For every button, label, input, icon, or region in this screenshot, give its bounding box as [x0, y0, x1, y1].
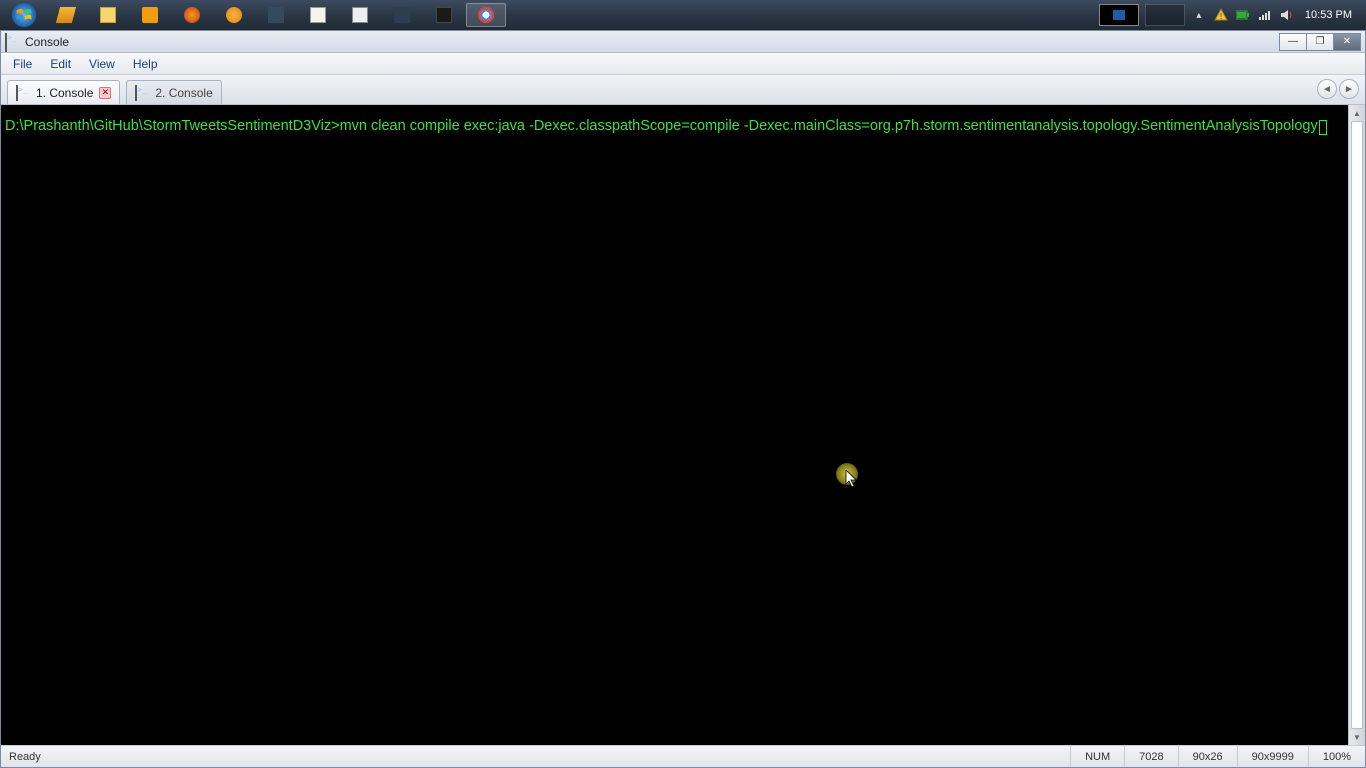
tab-next-button[interactable]: ►	[1339, 79, 1359, 99]
tab-label: 1. Console	[36, 86, 93, 100]
menu-help[interactable]: Help	[125, 55, 166, 73]
taskbar-app-8[interactable]	[340, 3, 380, 27]
tabbar: 1. Console ✕ 2. Console ◄ ►	[1, 75, 1365, 105]
firefox-icon	[184, 7, 200, 23]
tab-label: 2. Console	[155, 86, 212, 100]
terminal-cursor	[1319, 120, 1327, 135]
menu-edit[interactable]: Edit	[42, 55, 79, 73]
console-icon	[5, 34, 21, 50]
start-button[interactable]	[2, 0, 46, 30]
tab-navigation: ◄ ►	[1317, 79, 1359, 99]
windows-logo-icon	[11, 2, 37, 28]
window-controls: — ❐ ✕	[1280, 33, 1361, 51]
console-icon	[135, 86, 149, 100]
app-icon	[226, 7, 242, 23]
maximize-button[interactable]: ❐	[1306, 33, 1334, 51]
close-button[interactable]: ✕	[1333, 33, 1361, 51]
system-tray: ▴ ! 10:53 PM	[1091, 0, 1364, 30]
menu-view[interactable]: View	[81, 55, 123, 73]
svg-text:!: !	[1220, 12, 1222, 21]
scroll-up-icon[interactable]: ▲	[1349, 105, 1365, 121]
scroll-down-icon[interactable]: ▼	[1349, 729, 1365, 745]
taskbar-app-10[interactable]	[424, 3, 464, 27]
app-icon	[352, 7, 368, 23]
status-buffer: 90x9999	[1237, 746, 1308, 767]
app-icon	[436, 7, 452, 23]
windows-taskbar: ▴ ! 10:53 PM	[0, 0, 1366, 30]
window-preview-active[interactable]	[1099, 4, 1139, 26]
folder-icon	[100, 7, 116, 23]
status-zoom: 100%	[1308, 746, 1365, 767]
terminal-command: mvn clean compile exec:java -Dexec.class…	[340, 118, 1318, 134]
taskbar-app-1[interactable]	[46, 3, 86, 27]
taskbar-app-explorer[interactable]	[88, 3, 128, 27]
app-icon	[394, 7, 410, 23]
console-icon	[16, 86, 30, 100]
tab-prev-button[interactable]: ◄	[1317, 79, 1337, 99]
status-dimensions: 90x26	[1178, 746, 1237, 767]
tab-console-1[interactable]: 1. Console ✕	[7, 80, 120, 104]
taskbar-app-5[interactable]	[214, 3, 254, 27]
minimize-button[interactable]: —	[1279, 33, 1307, 51]
app-icon	[56, 7, 76, 23]
app-icon	[310, 7, 326, 23]
terminal-area: D:\Prashanth\GitHub\StormTweetsSentiment…	[1, 105, 1365, 745]
taskbar-app-9[interactable]	[382, 3, 422, 27]
tray-expand-icon[interactable]: ▴	[1191, 7, 1207, 23]
status-numlock: NUM	[1070, 746, 1124, 767]
taskbar-app-3[interactable]	[130, 3, 170, 27]
taskbar-app-6[interactable]	[256, 3, 296, 27]
status-message: Ready	[1, 751, 1070, 763]
volume-icon[interactable]	[1279, 7, 1295, 23]
taskbar-app-firefox[interactable]	[172, 3, 212, 27]
shield-warning-icon[interactable]: !	[1213, 7, 1229, 23]
window-preview-inactive[interactable]	[1145, 4, 1185, 26]
system-clock[interactable]: 10:53 PM	[1301, 9, 1356, 21]
chrome-icon	[478, 7, 494, 23]
taskbar-app-chrome[interactable]	[466, 3, 506, 27]
window-title: Console	[25, 35, 1280, 49]
terminal-prompt: D:\Prashanth\GitHub\StormTweetsSentiment…	[5, 118, 340, 134]
menu-file[interactable]: File	[5, 55, 40, 73]
tab-console-2[interactable]: 2. Console	[126, 80, 221, 104]
terminal-scrollbar[interactable]: ▲ ▼	[1348, 105, 1365, 745]
titlebar[interactable]: Console — ❐ ✕	[1, 31, 1365, 53]
console-window: Console — ❐ ✕ File Edit View Help 1. Con…	[0, 30, 1366, 768]
app-icon	[268, 7, 284, 23]
tab-close-icon[interactable]: ✕	[99, 87, 111, 99]
taskbar-app-7[interactable]	[298, 3, 338, 27]
app-icon	[142, 7, 158, 23]
network-icon[interactable]	[1257, 7, 1273, 23]
status-pid: 7028	[1124, 746, 1177, 767]
statusbar: Ready NUM 7028 90x26 90x9999 100%	[1, 745, 1365, 767]
terminal-output[interactable]: D:\Prashanth\GitHub\StormTweetsSentiment…	[1, 105, 1348, 745]
menubar: File Edit View Help	[1, 53, 1365, 75]
taskbar-items	[46, 0, 1091, 30]
battery-icon[interactable]	[1235, 7, 1251, 23]
